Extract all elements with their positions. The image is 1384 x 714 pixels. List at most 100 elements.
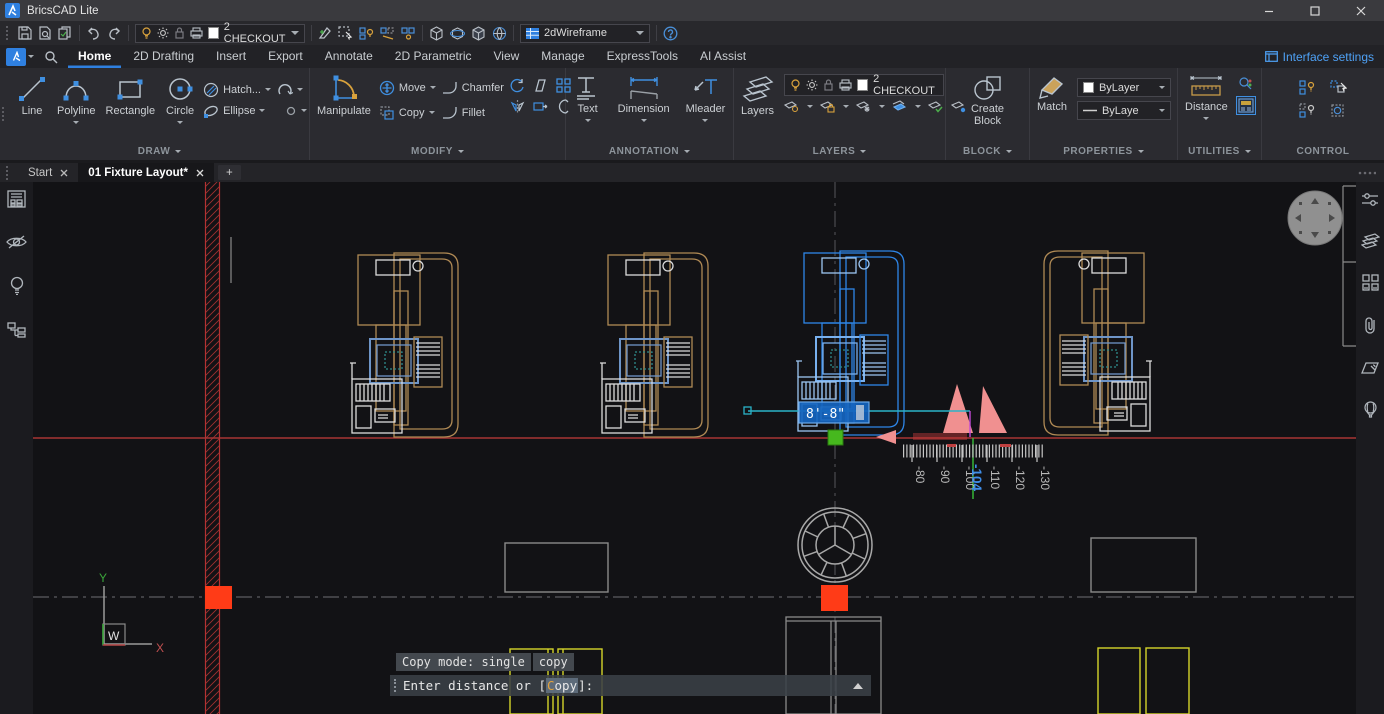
layers-button[interactable]: Layers bbox=[739, 74, 776, 117]
hide-objects-icon[interactable] bbox=[380, 26, 395, 40]
tab-2d-drafting[interactable]: 2D Drafting bbox=[123, 45, 204, 68]
manipulate-button[interactable]: Manipulate bbox=[315, 74, 373, 117]
maximize-button[interactable] bbox=[1292, 0, 1338, 21]
chevron-down-icon[interactable] bbox=[702, 119, 708, 125]
command-option-copy[interactable]: Copy bbox=[546, 678, 578, 693]
orbit-cube-icon[interactable] bbox=[450, 26, 465, 41]
ellipse-button[interactable]: Ellipse bbox=[203, 101, 265, 120]
entity-visibility-icon[interactable] bbox=[1299, 80, 1316, 95]
chevron-down-icon[interactable] bbox=[879, 105, 885, 111]
save-icon[interactable] bbox=[18, 26, 32, 40]
layer-on-bulb-icon[interactable] bbox=[141, 27, 152, 39]
layer-color-swatch[interactable] bbox=[857, 79, 868, 91]
layer-freeze-sun-icon[interactable] bbox=[157, 27, 169, 39]
chevron-down-icon[interactable] bbox=[1203, 117, 1209, 123]
grip-green-square[interactable] bbox=[828, 430, 843, 445]
chevron-down-icon[interactable] bbox=[915, 105, 921, 111]
tab-start[interactable]: Start bbox=[18, 163, 78, 182]
panel-label-utilities[interactable]: UTILITIES bbox=[1183, 143, 1256, 160]
hatch-button[interactable]: Hatch... bbox=[203, 80, 271, 99]
chevron-down-icon[interactable] bbox=[28, 55, 34, 61]
chamfer-button[interactable]: Chamfer bbox=[442, 78, 504, 97]
chevron-down-icon[interactable] bbox=[843, 105, 849, 111]
panel-label-draw[interactable]: DRAW bbox=[15, 143, 304, 160]
circle-button[interactable]: Circle bbox=[163, 74, 197, 127]
tab-insert[interactable]: Insert bbox=[206, 45, 256, 68]
layer-state-icon[interactable] bbox=[928, 100, 944, 113]
chevron-down-icon[interactable] bbox=[177, 121, 183, 127]
panel-label-control[interactable]: CONTROL bbox=[1267, 143, 1379, 160]
chevron-down-icon[interactable] bbox=[259, 109, 265, 115]
sheets-panel-icon[interactable] bbox=[1361, 360, 1379, 376]
chevron-down-icon[interactable] bbox=[807, 105, 813, 111]
interface-settings-button[interactable]: Interface settings bbox=[1265, 50, 1378, 64]
layer-plot-printer-icon[interactable] bbox=[839, 79, 852, 91]
tab-expresstools[interactable]: ExpressTools bbox=[597, 45, 688, 68]
chevron-down-icon[interactable] bbox=[636, 31, 644, 39]
polyline-button[interactable]: Polyline bbox=[55, 74, 98, 127]
layer-lock-icon[interactable] bbox=[823, 79, 834, 91]
panel-label-annotation[interactable]: ANNOTATION bbox=[571, 143, 728, 160]
chevron-down-icon[interactable] bbox=[291, 31, 299, 39]
rectangle-button[interactable]: Rectangle bbox=[104, 74, 158, 117]
close-icon[interactable] bbox=[60, 169, 68, 177]
command-bar-grip[interactable] bbox=[394, 679, 397, 692]
layer-color-swatch[interactable] bbox=[208, 27, 219, 39]
dynamic-dimension-input[interactable]: 8'-8" bbox=[799, 402, 869, 423]
shaded-cube-icon[interactable] bbox=[471, 26, 486, 41]
layers-panel-icon[interactable] bbox=[1361, 233, 1380, 249]
chevron-down-icon[interactable] bbox=[429, 111, 435, 117]
selection-modes-icon[interactable] bbox=[1330, 80, 1347, 95]
layer-off-icon[interactable] bbox=[784, 100, 800, 113]
chevron-down-icon[interactable] bbox=[641, 119, 647, 125]
text-button[interactable]: Text bbox=[572, 74, 604, 125]
command-expand-arrow[interactable] bbox=[853, 678, 863, 689]
tab-2d-parametric[interactable]: 2D Parametric bbox=[385, 45, 482, 68]
color-dropdown[interactable]: ByLayer bbox=[1077, 78, 1171, 97]
tab-home[interactable]: Home bbox=[68, 45, 121, 68]
layer-freeze-sun-icon[interactable] bbox=[806, 79, 818, 91]
tab-ai-assist[interactable]: AI Assist bbox=[690, 45, 756, 68]
close-button[interactable] bbox=[1338, 0, 1384, 21]
checkout-fixture-4[interactable] bbox=[1044, 251, 1152, 435]
chevron-down-icon[interactable] bbox=[1159, 86, 1165, 92]
panel-label-block[interactable]: BLOCK bbox=[951, 143, 1024, 160]
tab-view[interactable]: View bbox=[483, 45, 529, 68]
drawing-canvas[interactable]: -80 -90 -100 -110 -120 -130 -104 8'-8" Y bbox=[33, 182, 1356, 714]
chevron-down-icon[interactable] bbox=[73, 121, 79, 127]
chevron-down-icon[interactable] bbox=[297, 88, 303, 94]
id-point-icon[interactable] bbox=[1236, 76, 1256, 92]
attachments-paperclip-icon[interactable] bbox=[1364, 316, 1377, 335]
checkout-fixture-2[interactable] bbox=[600, 253, 708, 437]
lock-layer-icon[interactable] bbox=[820, 100, 836, 113]
properties-panel-icon[interactable] bbox=[7, 190, 26, 208]
view-cube-icon[interactable] bbox=[429, 26, 444, 41]
tips-balloon-icon[interactable] bbox=[1363, 401, 1378, 420]
tabbar-overflow-dots[interactable] bbox=[1358, 171, 1376, 175]
stretch-icon[interactable] bbox=[533, 99, 548, 114]
tab-fixture-layout[interactable]: 01 Fixture Layout* bbox=[78, 163, 214, 182]
freeze-layer-icon[interactable] bbox=[856, 100, 872, 113]
quick-calculator-button[interactable] bbox=[1236, 96, 1256, 115]
create-block-button[interactable]: CreateBlock bbox=[969, 74, 1006, 127]
checkout-fixture-1[interactable] bbox=[350, 253, 458, 437]
isolate-objects-icon[interactable] bbox=[359, 26, 374, 40]
settings-sliders-icon[interactable] bbox=[1361, 192, 1379, 208]
application-menu-button[interactable] bbox=[6, 48, 26, 66]
line-button[interactable]: Line bbox=[15, 74, 49, 117]
tab-manage[interactable]: Manage bbox=[531, 45, 594, 68]
tab-export[interactable]: Export bbox=[258, 45, 313, 68]
chevron-down-icon[interactable] bbox=[301, 109, 307, 115]
copy-button[interactable]: Copy bbox=[379, 103, 436, 122]
structure-tree-icon[interactable] bbox=[7, 321, 26, 338]
ribbon-grip[interactable] bbox=[2, 107, 6, 121]
minimize-button[interactable] bbox=[1246, 0, 1292, 21]
entity-display-icon[interactable] bbox=[1299, 103, 1316, 118]
panel-label-modify[interactable]: MODIFY bbox=[315, 143, 560, 160]
help-icon[interactable] bbox=[663, 26, 678, 41]
lookfrom-widget[interactable] bbox=[1288, 191, 1342, 245]
chevron-down-icon[interactable] bbox=[1159, 109, 1165, 115]
tab-annotate[interactable]: Annotate bbox=[315, 45, 383, 68]
entity-snap-icon[interactable] bbox=[1330, 103, 1347, 118]
search-icon[interactable] bbox=[44, 50, 58, 64]
